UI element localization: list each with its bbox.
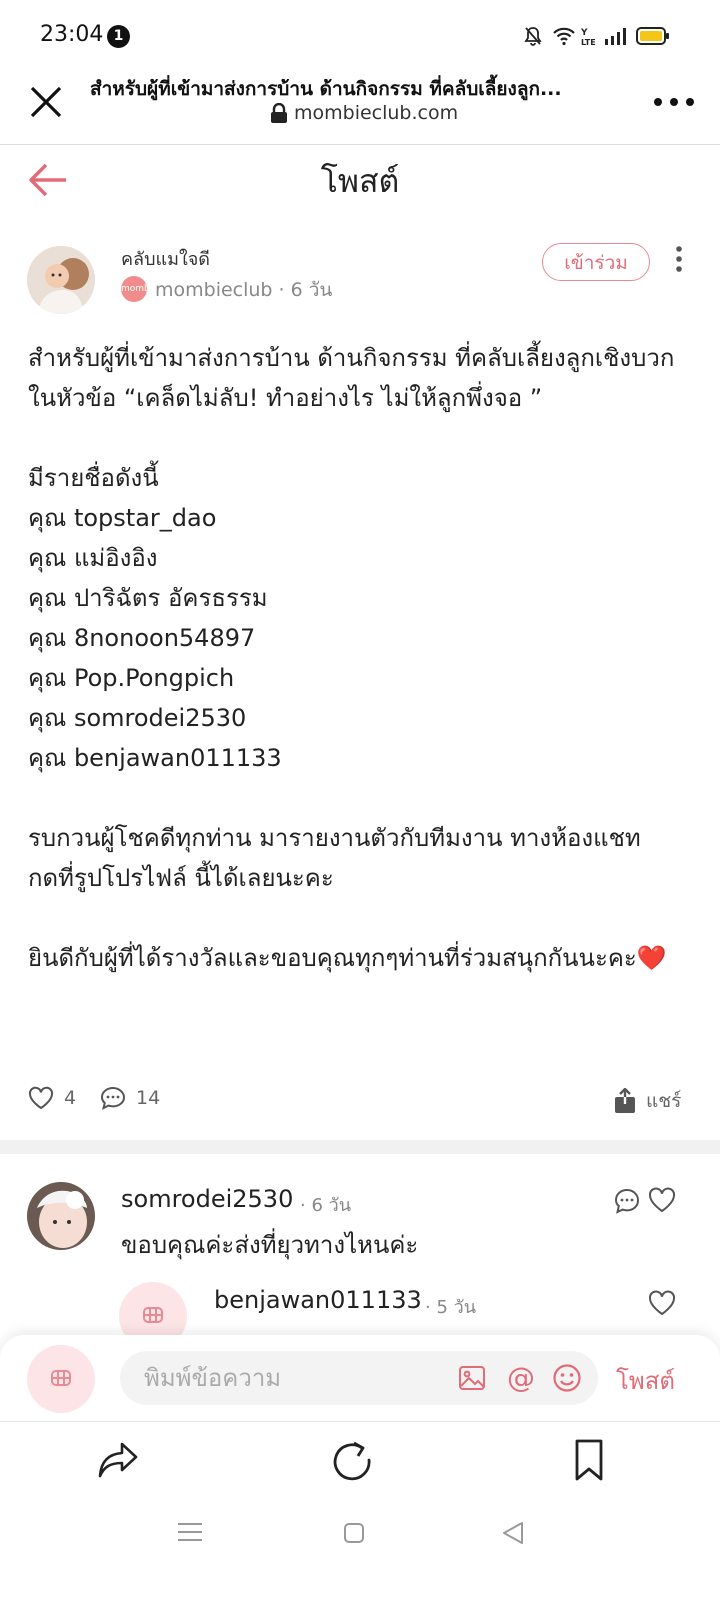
more-options-icon[interactable] bbox=[652, 90, 696, 114]
url-text: mombieclub.com bbox=[294, 102, 459, 124]
page-title: โพสต์ bbox=[320, 162, 400, 200]
comment-time: · 6 วัน bbox=[300, 1195, 352, 1216]
share-icon bbox=[615, 1088, 635, 1113]
battery-icon bbox=[636, 27, 669, 45]
post-line: คุณ Pop.Pongpich bbox=[28, 664, 235, 692]
kebab-menu-icon[interactable] bbox=[672, 245, 686, 275]
browser-page-title: สำหรับผู้ที่เข้ามาส่งการบ้าน ด้านกิจกรรม… bbox=[90, 78, 562, 100]
comment-author[interactable]: somrodei2530 bbox=[121, 1185, 293, 1213]
home-icon[interactable] bbox=[342, 1521, 366, 1545]
heart-icon bbox=[28, 1086, 54, 1110]
avatar-image bbox=[27, 1182, 95, 1250]
avatar-image bbox=[27, 246, 95, 314]
svg-text:LTE: LTE bbox=[581, 38, 596, 47]
club-logo: mombie bbox=[121, 276, 158, 302]
club-name[interactable]: คลับแมใจดี bbox=[121, 244, 210, 273]
post-time: · 6 วัน bbox=[278, 279, 333, 301]
placeholder-avatar-icon bbox=[51, 1370, 71, 1386]
like-button[interactable]: 4 bbox=[28, 1086, 76, 1110]
my-avatar bbox=[27, 1345, 95, 1413]
browser-bar: สำหรับผู้ที่เข้ามาส่งการบ้าน ด้านกิจกรรม… bbox=[0, 62, 720, 145]
heart-icon[interactable] bbox=[648, 1186, 676, 1214]
forward-share-icon[interactable] bbox=[96, 1440, 140, 1480]
post-line: คุณ แม่อิงอิง bbox=[28, 544, 158, 572]
post-actions: 4 14 แชร์ bbox=[28, 1082, 696, 1122]
post-line: กดที่รูปโปรไฟล์ นี้ได้เลยนะคะ bbox=[28, 864, 334, 892]
comment-button[interactable]: 14 bbox=[100, 1086, 160, 1110]
post-comment-button[interactable]: โพสต์ bbox=[616, 1361, 675, 1400]
post-line: คุณ ปาริฉัตร อัครธรรม bbox=[28, 584, 268, 612]
system-nav-bar bbox=[0, 1511, 720, 1600]
browser-toolbar bbox=[0, 1421, 720, 1512]
post-line bbox=[28, 898, 696, 938]
post-line bbox=[28, 778, 696, 818]
commenter-avatar[interactable] bbox=[27, 1182, 95, 1250]
post-line: คุณ 8nonoon54897 bbox=[28, 624, 256, 652]
lock-icon bbox=[271, 103, 287, 123]
recents-menu-icon[interactable] bbox=[176, 1521, 204, 1543]
status-bar: 23:04 1 Y LTE bbox=[0, 0, 720, 62]
post-line bbox=[28, 418, 696, 458]
post-line: ในหัวข้อ “เคล็ดไม่ลับ! ทำอย่างไร ไม่ให้ล… bbox=[28, 384, 543, 412]
author-name[interactable]: mombieclub bbox=[155, 279, 273, 301]
volte-icon: Y LTE bbox=[580, 28, 596, 47]
post-line: รบกวนผู้โชคดีทุกท่าน มารายงานตัวกับทีมงา… bbox=[28, 824, 641, 852]
join-button[interactable]: เข้าร่วม bbox=[542, 243, 650, 281]
share-label: แชร์ bbox=[646, 1090, 682, 1112]
comment-time: · 5 วัน bbox=[425, 1297, 477, 1318]
close-icon[interactable] bbox=[26, 82, 66, 122]
notification-badge: 1 bbox=[107, 25, 130, 48]
url-display[interactable]: mombieclub.com bbox=[270, 102, 458, 124]
section-divider bbox=[0, 1140, 720, 1154]
post-line: คุณ topstar_dao bbox=[28, 504, 217, 532]
image-icon[interactable] bbox=[458, 1365, 486, 1391]
post-line: ยินดีกับผู้ที่ได้รางวัลและขอบคุณทุกๆท่าน… bbox=[28, 944, 667, 972]
signal-icon bbox=[605, 28, 626, 45]
heart-icon[interactable] bbox=[648, 1289, 676, 1317]
svg-text:Y: Y bbox=[580, 28, 588, 38]
comment-count: 14 bbox=[136, 1087, 161, 1109]
mute-bell-icon bbox=[524, 27, 542, 46]
wifi-icon bbox=[553, 27, 575, 46]
mention-icon[interactable]: @ bbox=[506, 1361, 536, 1395]
reload-icon[interactable] bbox=[332, 1440, 374, 1482]
back-triangle-icon[interactable] bbox=[500, 1520, 526, 1546]
post-body: สำหรับผู้ที่เข้ามาส่งการบ้าน ด้านกิจกรรม… bbox=[28, 338, 696, 978]
clock: 23:04 bbox=[40, 22, 104, 47]
comment-author[interactable]: benjawan011133 bbox=[214, 1286, 422, 1314]
author-meta: mombieclub · 6 วัน bbox=[155, 275, 332, 305]
post-line: สำหรับผู้ที่เข้ามาส่งการบ้าน ด้านกิจกรรม… bbox=[28, 344, 675, 372]
like-count: 4 bbox=[64, 1087, 77, 1109]
comment-text: ขอบคุณค่ะส่งที่ยุวทางไหนค่ะ bbox=[121, 1231, 419, 1259]
comment-bubble-icon bbox=[100, 1086, 126, 1110]
post-line: มีรายชื่อดังนี้ bbox=[28, 464, 159, 492]
share-button[interactable]: แชร์ bbox=[614, 1086, 681, 1116]
back-arrow-icon[interactable] bbox=[26, 158, 70, 202]
reply-icon[interactable] bbox=[614, 1188, 640, 1214]
bookmark-icon[interactable] bbox=[574, 1438, 604, 1482]
club-avatar[interactable] bbox=[27, 246, 95, 314]
post-line: คุณ benjawan011133 bbox=[28, 744, 282, 772]
post-line: คุณ somrodei2530 bbox=[28, 704, 247, 732]
post-header: โพสต์ bbox=[0, 144, 720, 224]
comment-composer: @ โพสต์ bbox=[0, 1335, 720, 1421]
emoji-icon[interactable] bbox=[552, 1363, 582, 1393]
